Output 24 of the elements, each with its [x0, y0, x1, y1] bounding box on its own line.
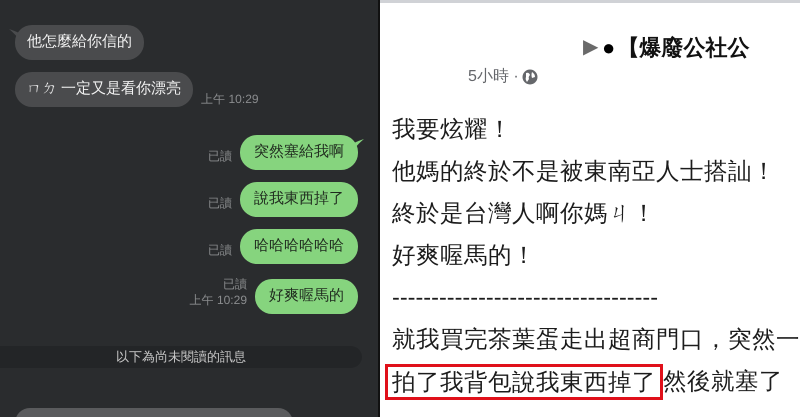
message-time: 上午 10:29	[201, 91, 259, 107]
post-text: 就我買完茶葉蛋走出超商門口，突然一	[392, 325, 800, 354]
dot-icon: ●	[602, 30, 616, 64]
post-text: 然後就塞了	[663, 367, 783, 396]
message-bubble: 說我東西掉了	[240, 182, 358, 217]
highlighted-text: 拍了我背包說我東西掉了	[385, 364, 663, 400]
message-bubble: ㄇㄉ 一定又是看你漂亮	[15, 72, 194, 107]
post-text: 我要炫耀！	[392, 115, 512, 144]
message-time: 上午 10:29	[190, 292, 247, 308]
page-name[interactable]: 【爆廢公社公	[617, 30, 750, 64]
post-text: 終於是台灣人啊你媽ㄐ！	[392, 199, 656, 228]
read-receipt: 已讀	[208, 148, 232, 164]
post-text: 他媽的終於不是被東南亞人士搭訕！	[392, 157, 776, 186]
read-receipt: 已讀	[208, 242, 232, 258]
bubble-tail-icon	[354, 139, 364, 149]
play-icon: ▶	[583, 32, 598, 62]
post-text: 好爽喔馬的！	[392, 241, 536, 270]
post-text: ----------------------------------	[392, 283, 658, 312]
bubble-tail-icon	[9, 29, 19, 39]
post-time[interactable]: 5小時 ·	[468, 65, 519, 89]
read-receipt: 已讀	[208, 195, 232, 211]
read-receipt: 已讀	[223, 276, 247, 292]
message-bubble: 好爽喔馬的	[255, 279, 358, 314]
message-bubble: 哈哈哈哈哈哈	[240, 229, 358, 264]
